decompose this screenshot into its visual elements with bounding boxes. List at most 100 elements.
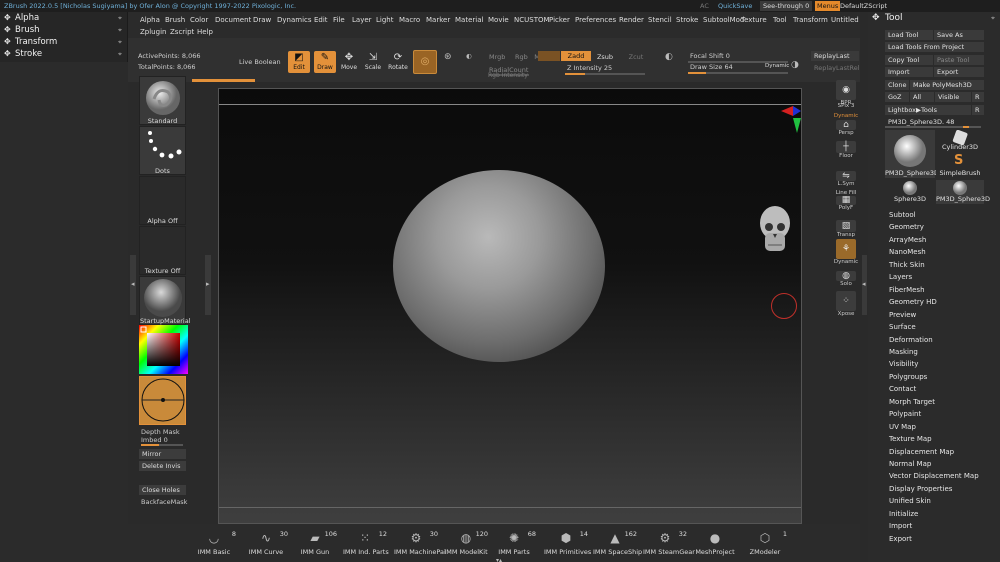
menu-draw[interactable]: Draw (253, 16, 271, 24)
subpalette-surface[interactable]: Surface (889, 323, 916, 331)
menu-marker[interactable]: Marker (426, 16, 450, 24)
mrgb-button[interactable]: Mrgb (489, 52, 505, 62)
paste-tool-button[interactable]: Paste Tool (934, 55, 984, 65)
subpalette-initialize[interactable]: Initialize (889, 510, 918, 518)
pin-icon[interactable]: ⌖ (118, 38, 122, 47)
seethrough-slider[interactable]: See-through 0 (760, 1, 812, 11)
subpalette-contact[interactable]: Contact (889, 385, 916, 393)
zcut-button[interactable]: Zcut (628, 52, 644, 62)
goz-visible-button[interactable]: Visible (935, 92, 971, 102)
load-tools-from-project-button[interactable]: Load Tools From Project (885, 42, 984, 52)
imm-spaceship-brush[interactable]: ▲ IMM SpaceShip 162 (593, 529, 642, 559)
subpalette-polygroups[interactable]: Polygroups (889, 373, 927, 381)
menu-transform[interactable]: Transform (793, 16, 828, 24)
menu-ncustom[interactable]: NCUSTOM (514, 16, 550, 24)
subpalette-polypaint[interactable]: Polypaint (889, 410, 921, 418)
transp-button[interactable]: ▧ Transp (833, 220, 859, 238)
gizmo-button[interactable]: ◎ (413, 50, 437, 74)
subpalette-arraymesh[interactable]: ArrayMesh (889, 236, 926, 244)
subpalette-uv-map[interactable]: UV Map (889, 423, 916, 431)
import-tool-button[interactable]: Import (885, 67, 933, 77)
z-intensity-slider[interactable]: Z Intensity 25 (567, 64, 612, 72)
goz-button[interactable]: GoZ (885, 92, 909, 102)
spix-slider[interactable]: SPix 3 (833, 103, 859, 109)
subpalette-morph-target[interactable]: Morph Target (889, 398, 935, 406)
copy-tool-button[interactable]: Copy Tool (885, 55, 933, 65)
menu-dynamics[interactable]: Dynamics (277, 16, 312, 24)
subpalette-preview[interactable]: Preview (889, 311, 916, 319)
backface-mask-button[interactable]: BackfaceMask (141, 498, 187, 506)
imm-basic-brush[interactable]: ◡ IMM Basic 8 (198, 529, 236, 559)
subpalette-masking[interactable]: Masking (889, 348, 918, 356)
export-tool-button[interactable]: Export (934, 67, 984, 77)
menu-picker[interactable]: Picker (549, 16, 570, 24)
pin-icon[interactable]: ⌖ (118, 50, 122, 59)
subpalette-import[interactable]: Import (889, 522, 912, 530)
quicksave-button[interactable]: QuickSave (718, 1, 752, 11)
subpalette-thick-skin[interactable]: Thick Skin (889, 261, 925, 269)
subpalette-vector-displacement-map[interactable]: Vector Displacement Map (889, 472, 979, 480)
menu-stroke[interactable]: Stroke (676, 16, 698, 24)
sphere-mesh[interactable] (393, 170, 605, 362)
goz-r-button[interactable]: R (972, 92, 984, 102)
move-button[interactable]: ✥ Move (338, 51, 360, 73)
imm-curve-brush[interactable]: ∿ IMM Curve 30 (249, 529, 288, 559)
pin-icon[interactable]: ⌖ (118, 14, 122, 23)
menu-edit[interactable]: Edit (314, 16, 328, 24)
close-holes-button[interactable]: Close Holes (139, 485, 186, 495)
menu-help[interactable]: Help (197, 28, 213, 36)
menu-zscript[interactable]: Zscript (170, 28, 194, 36)
persp-button[interactable]: ⌂ Persp (833, 120, 859, 136)
canvas-viewport[interactable] (218, 88, 802, 524)
menu-untitled[interactable]: Untitled (831, 16, 859, 24)
imm-steamgear-brush[interactable]: ⚙ IMM SteamGear 32 (643, 529, 695, 559)
imm-machinepai-brush[interactable]: ⚙ IMM MachinePai 30 (394, 529, 446, 559)
focal-shift-slider[interactable]: Focal Shift 0 (690, 52, 730, 60)
solo-button[interactable]: ◍ Solo (833, 271, 859, 287)
tool-thumb-pm3d-sphere[interactable]: PM3D_Sphere3D (885, 130, 939, 178)
menu-movie[interactable]: Movie (488, 16, 509, 24)
subpalette-displacement-map[interactable]: Displacement Map (889, 448, 954, 456)
orientation-skull-icon[interactable] (755, 203, 795, 261)
edit-button[interactable]: ◩ Edit (288, 51, 310, 73)
menu-material[interactable]: Material (455, 16, 483, 24)
menu-tool[interactable]: Tool (773, 16, 787, 24)
subpalette-layers[interactable]: Layers (889, 273, 912, 281)
subpalette-geometry-hd[interactable]: Geometry HD (889, 298, 937, 306)
axis-gizmo-icon[interactable] (779, 103, 803, 139)
replay-last-button[interactable]: ReplayLast (811, 51, 859, 61)
menu-macro[interactable]: Macro (399, 16, 420, 24)
draw-button[interactable]: ✎ Draw (314, 51, 336, 73)
tool-thumb-simplebrush[interactable]: S SimpleBrush (936, 153, 984, 178)
shelf-collapse-arrow-icon[interactable]: ▾▴ (496, 557, 502, 562)
tool-thumb-pm3d-sphere-small[interactable]: PM3D_Sphere3D (936, 180, 990, 204)
goz-all-button[interactable]: All (910, 92, 934, 102)
depth-mask-tile[interactable] (139, 376, 186, 425)
dynamic-toggle[interactable]: Dynamic (765, 63, 789, 69)
tool-thumb-cylinder[interactable]: Cylinder3D (936, 129, 984, 152)
menus-toggle[interactable]: Menus (815, 1, 841, 11)
pin-icon[interactable]: ⌖ (118, 26, 122, 35)
subpalette-nanomesh[interactable]: NanoMesh (889, 248, 926, 256)
menu-light[interactable]: Light (376, 16, 393, 24)
subpalette-export[interactable]: Export (889, 535, 912, 543)
menu-document[interactable]: Document (215, 16, 251, 24)
menu-render[interactable]: Render (619, 16, 644, 24)
rgb-button[interactable]: Rgb (515, 52, 528, 62)
menu-subtoolmod[interactable]: SubtoolMod (703, 16, 744, 24)
floor-button[interactable]: ┼ Floor (833, 141, 859, 159)
dynamic-persp-toggle[interactable]: Dynamic (833, 113, 859, 119)
menu-brush[interactable]: Brush (165, 16, 185, 24)
imm-modelkit-brush[interactable]: ◍ IMM ModelKit 120 (444, 529, 488, 559)
subpalette-normal-map[interactable]: Normal Map (889, 460, 931, 468)
menu-color[interactable]: Color (190, 16, 208, 24)
ac-button[interactable]: AC (700, 1, 709, 11)
imbed-track[interactable] (141, 444, 183, 446)
dynamic-solo-button[interactable]: ⚘ Dynamic (833, 239, 859, 265)
subpalette-display-properties[interactable]: Display Properties (889, 485, 952, 493)
scale-button[interactable]: ⇲ Scale (362, 51, 384, 73)
palette-transform[interactable]: ✥ Transform ⌖ (0, 36, 128, 48)
lightbox-tools-button[interactable]: Lightbox▶Tools (885, 105, 971, 115)
gizmo3d-icon[interactable]: ⊛ (444, 52, 452, 62)
xpose-button[interactable]: ⁘ Xpose (833, 291, 859, 317)
